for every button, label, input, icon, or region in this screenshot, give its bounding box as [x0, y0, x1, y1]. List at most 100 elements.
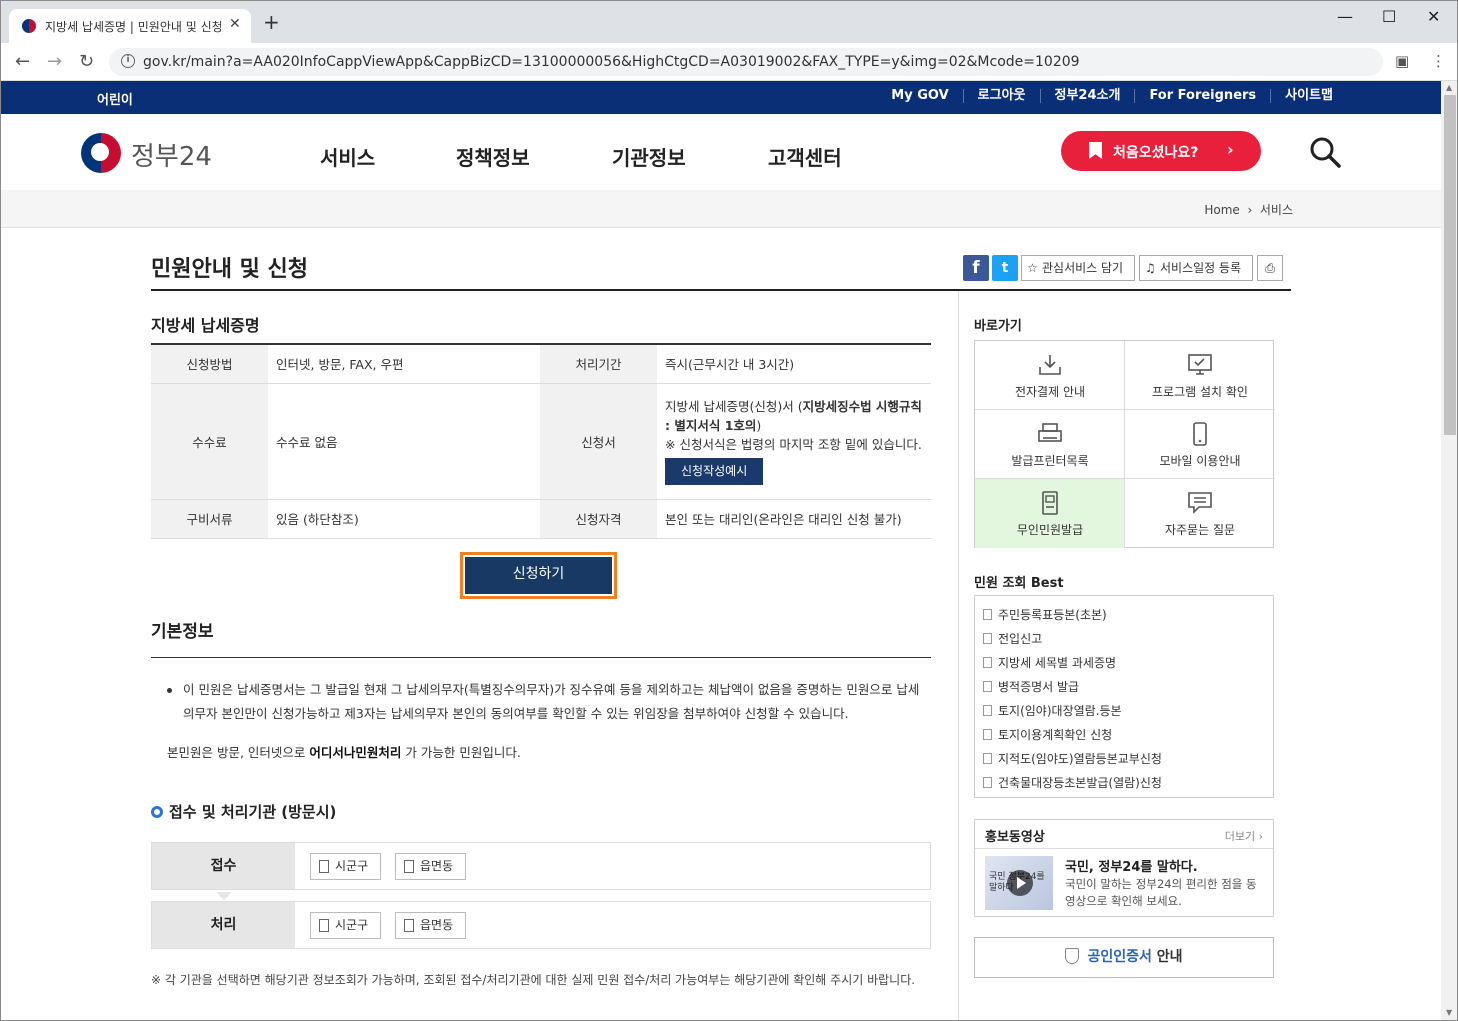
promo-more-link[interactable]: 더보기 › — [1225, 828, 1263, 844]
maximize-icon[interactable]: ☐ — [1382, 7, 1396, 26]
new-tab-icon[interactable]: + — [263, 12, 280, 32]
receive-eupmyeondong-button[interactable]: 읍면동 — [395, 853, 467, 880]
apply-button-label: 신청하기 — [465, 557, 612, 594]
schedule-service-label: 서비스일정 등록 — [1160, 261, 1242, 275]
quick-link-epayment[interactable]: 전자결제 안내 — [975, 341, 1125, 410]
promo-video-thumbnail[interactable]: 국민 정부24를 말하다 — [985, 856, 1053, 910]
list-item[interactable]: 병적증명서 발급 — [983, 678, 1079, 695]
service-info-table: 신청방법 인터넷, 방문, FAX, 우편 처리기간 즉시(근무시간 내 3시간… — [151, 343, 931, 539]
form-example-button[interactable]: 신청작성예시 — [665, 458, 764, 485]
list-item[interactable]: 지방세 세목별 과세증명 — [983, 654, 1116, 671]
print-icon[interactable]: ⎙ — [1257, 255, 1283, 281]
menu-icon[interactable]: ⋮ — [1431, 52, 1446, 70]
first-visit-label: 처음오셨나요? — [1113, 145, 1199, 161]
list-item[interactable]: 지적도(임야도)열람등본교부신청 — [983, 750, 1162, 767]
best-item-label: 지방세 세목별 과세증명 — [998, 656, 1117, 670]
favorite-service-button[interactable]: ☆ 관심서비스 담기 — [1021, 255, 1135, 281]
star-icon: ☆ — [1027, 261, 1038, 275]
address-bar[interactable]: i gov.kr/main?a=AA020InfoCappViewApp&Cap… — [109, 48, 1383, 76]
breadcrumb-home[interactable]: Home — [1204, 203, 1239, 217]
certificate-guide-button[interactable]: 공인인증서 안내 — [974, 937, 1274, 978]
nav-agency[interactable]: 기관정보 — [612, 142, 686, 171]
qual-label: 신청자격 — [540, 499, 657, 539]
process-sigungu-label: 시군구 — [335, 918, 369, 932]
quick-link-label: 프로그램 설치 확인 — [1152, 385, 1248, 399]
form-label: 신청서 — [540, 383, 657, 500]
scroll-up-icon[interactable]: ▲ — [1446, 83, 1452, 92]
best-item-label: 토지(임야)대장열람.등본 — [998, 704, 1122, 718]
receive-eupmyeondong-label: 읍면동 — [420, 859, 454, 873]
logout-link[interactable]: 로그아웃 — [962, 89, 1040, 103]
quick-link-printers[interactable]: 발급프린터목록 — [975, 410, 1125, 479]
breadcrumb-current: 서비스 — [1259, 203, 1293, 217]
schedule-service-button[interactable]: ♫ 서비스일정 등록 — [1139, 255, 1253, 281]
reload-icon[interactable]: ↻ — [79, 51, 94, 72]
extension-icon[interactable]: ▣ — [1395, 52, 1409, 70]
bookmark-icon — [1089, 142, 1102, 159]
nav-policy[interactable]: 정책정보 — [456, 142, 530, 171]
quick-link-label: 자주묻는 질문 — [1164, 523, 1236, 537]
process-eupmyeondong-button[interactable]: 읍면동 — [395, 912, 467, 939]
gov24-logo-icon[interactable] — [81, 133, 121, 173]
shield-icon — [1065, 948, 1080, 964]
gov24-favicon-icon — [21, 18, 37, 34]
receive-sigungu-button[interactable]: 시군구 — [310, 853, 382, 880]
nav-support[interactable]: 고객센터 — [768, 142, 842, 171]
back-icon[interactable]: ← — [15, 51, 30, 72]
document-icon — [983, 753, 992, 764]
about-link[interactable]: 정부24소개 — [1039, 89, 1135, 103]
mobile-phone-icon — [1193, 422, 1207, 446]
process-sigungu-button[interactable]: 시군구 — [310, 912, 382, 939]
forward-icon[interactable]: → — [47, 51, 62, 72]
form-title-end: ) — [756, 418, 762, 433]
anywhere-note: 본민원은 방문, 인터넷으로 어디서나민원처리 가 가능한 민원입니다. — [167, 742, 521, 761]
promo-description: 국민이 말하는 정부24의 편리한 점을 동영상으로 확인해 보세요. — [1065, 877, 1257, 908]
list-item[interactable]: 건축물대장등초본발급(열람)신청 — [983, 774, 1162, 791]
nav-services[interactable]: 서비스 — [320, 142, 375, 171]
close-window-icon[interactable]: ✕ — [1427, 7, 1440, 26]
method-value: 인터넷, 방문, FAX, 우편 — [268, 344, 540, 384]
site-header: 정부24 서비스 정책정보 기관정보 고객센터 처음오셨나요? › — [1, 114, 1441, 190]
site-logo[interactable]: 정부24 — [131, 136, 212, 173]
apply-button[interactable]: 신청하기 — [460, 552, 617, 599]
scroll-down-icon[interactable]: ▼ — [1446, 1008, 1452, 1017]
sitemap-link[interactable]: 사이트맵 — [1270, 89, 1347, 103]
best-item-label: 주민등록표등본(초본) — [998, 608, 1107, 622]
mygov-link[interactable]: My GOV — [877, 89, 962, 103]
address-row: ← → ↻ i gov.kr/main?a=AA020InfoCappViewA… — [1, 43, 1457, 81]
foreigners-link[interactable]: For Foreigners — [1134, 89, 1270, 103]
docs-value: 있음 (하단참조) — [268, 499, 540, 539]
best-item-label: 건축물대장등초본발급(열람)신청 — [998, 776, 1162, 790]
tab-close-icon[interactable]: ✕ — [229, 16, 241, 32]
list-item[interactable]: 전입신고 — [983, 630, 1042, 647]
first-visit-button[interactable]: 처음오셨나요? › — [1061, 131, 1261, 171]
page-title: 민원안내 및 신청 — [151, 257, 308, 282]
kids-link[interactable]: 어린이 — [97, 89, 133, 108]
promo-headline[interactable]: 국민, 정부24를 말하다. — [1065, 856, 1198, 875]
offices-title-text: 접수 및 처리기관 (방문시) — [169, 803, 337, 821]
process-office-row: 처리 시군구 읍면동 — [151, 901, 931, 949]
receive-label: 접수 — [152, 843, 295, 889]
tab-title: 지방세 납세증명 | 민원안내 및 신청 — [45, 20, 221, 34]
page-scrollbar[interactable]: ▲ ▼ — [1441, 81, 1457, 1020]
quick-link-mobile[interactable]: 모바일 이용안내 — [1125, 410, 1275, 479]
list-item[interactable]: 토지이용계획확인 신청 — [983, 726, 1112, 743]
quick-link-faq[interactable]: 자주묻는 질문 — [1125, 479, 1275, 548]
minimize-icon[interactable]: — — [1337, 7, 1353, 26]
site-info-icon[interactable]: i — [121, 54, 135, 68]
anywhere-note-a: 본민원은 방문, 인터넷으로 — [167, 745, 310, 760]
list-item[interactable]: 주민등록표등본(초본) — [983, 606, 1107, 623]
breadcrumb: Home › 서비스 — [1, 190, 1441, 228]
quick-links-title: 바로가기 — [974, 319, 1022, 334]
twitter-share-icon[interactable]: t — [992, 255, 1018, 281]
bell-icon: ♫ — [1145, 261, 1156, 275]
quick-link-program-check[interactable]: 프로그램 설치 확인 — [1125, 341, 1275, 410]
list-item[interactable]: 토지(임야)대장열람.등본 — [983, 702, 1122, 719]
scrollbar-thumb[interactable] — [1444, 95, 1456, 435]
browser-tab[interactable]: 지방세 납세증명 | 민원안내 및 신청 ✕ — [9, 9, 251, 43]
url-text[interactable]: gov.kr/main?a=AA020InfoCappViewApp&CappB… — [143, 54, 1080, 70]
ring-bullet-icon — [151, 806, 163, 818]
search-icon[interactable] — [1307, 134, 1343, 170]
facebook-share-icon[interactable]: f — [963, 255, 989, 281]
quick-link-kiosk[interactable]: 무인민원발급 — [975, 479, 1125, 548]
